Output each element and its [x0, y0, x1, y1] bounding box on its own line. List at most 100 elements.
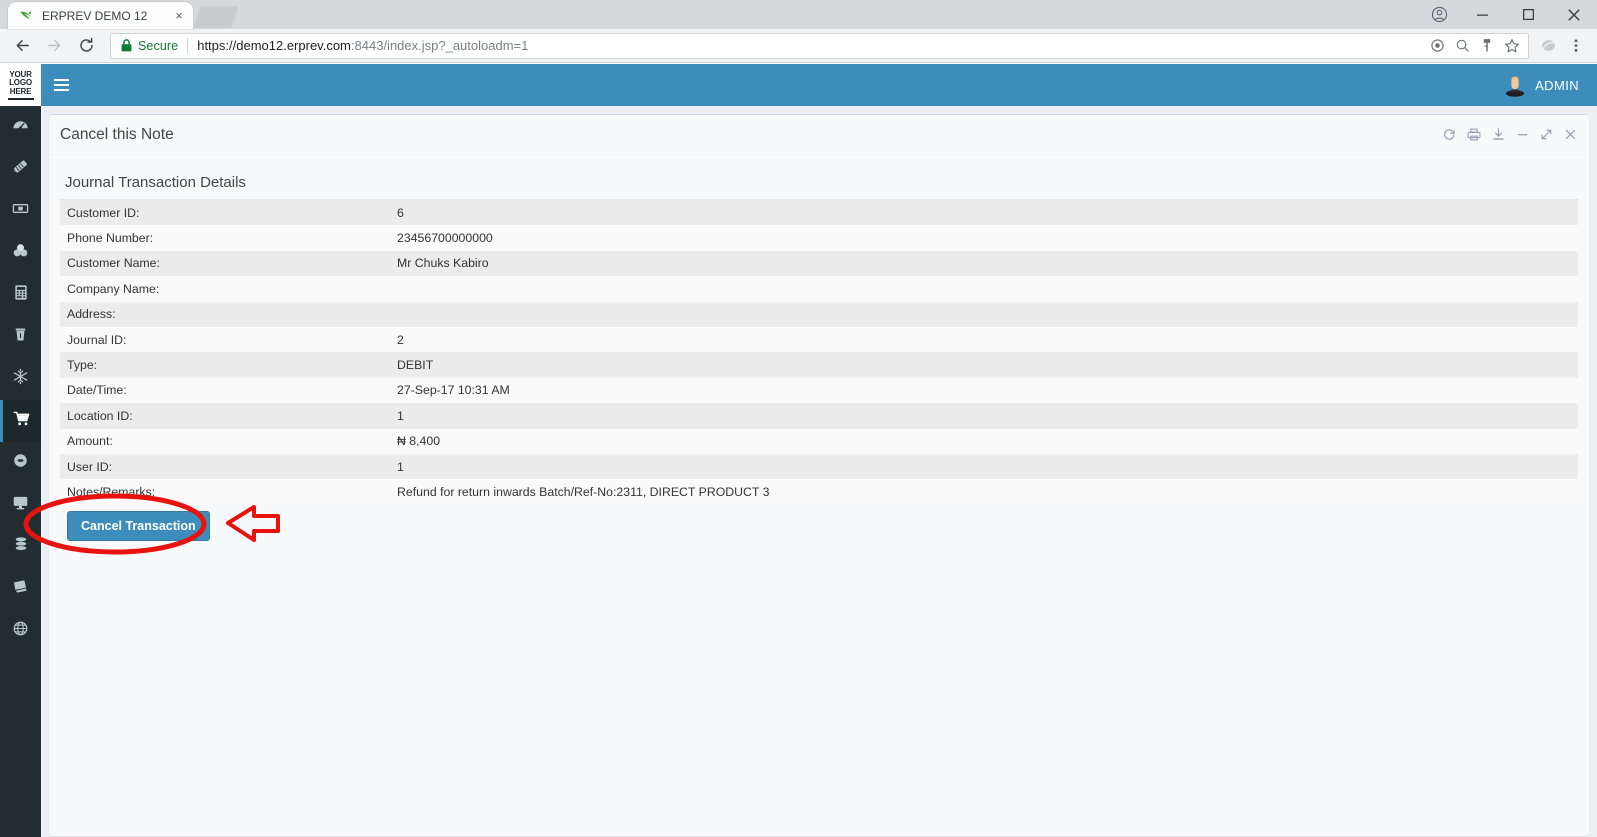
logo-line-3: HERE	[9, 86, 32, 96]
new-tab-button[interactable]	[193, 6, 239, 28]
row-label: Address:	[67, 307, 116, 322]
table-row: User ID: 1	[60, 453, 1578, 480]
desktop-monitor-icon	[12, 495, 29, 516]
key-icon[interactable]	[1480, 38, 1494, 53]
target-icon[interactable]	[1430, 38, 1445, 53]
dashboard-gauge-icon	[12, 116, 29, 138]
table-row: Customer ID: 6	[60, 200, 1578, 226]
database-icon	[13, 536, 29, 558]
coins-icon	[12, 242, 29, 264]
tab-title: ERPREV DEMO 12	[42, 8, 148, 23]
forward-button	[40, 32, 68, 60]
url-port: :8443	[350, 38, 384, 53]
row-value	[390, 276, 1578, 301]
panel-header: Cancel this Note	[49, 115, 1589, 155]
profile-icon[interactable]	[1419, 0, 1459, 29]
row-value	[390, 302, 1578, 327]
sidebar-item-database[interactable]	[0, 526, 41, 568]
sidebar-item-web[interactable]	[0, 610, 41, 652]
lock-icon	[121, 39, 132, 52]
extension-icon[interactable]	[1535, 33, 1561, 59]
sidebar-item-calculator[interactable]	[0, 274, 41, 316]
row-value: Refund for return inwards Batch/Ref-No:2…	[397, 484, 770, 499]
address-bar[interactable]: Secure https://demo12.erprev.com:8443/in…	[110, 32, 1529, 59]
top-navbar: ADMIN	[41, 64, 1597, 106]
row-value: 6	[397, 205, 404, 220]
disc-icon	[12, 452, 29, 474]
row-label: Date/Time:	[67, 383, 127, 398]
sidebar-item-snowflake[interactable]	[0, 358, 41, 400]
panel-body: Journal Transaction Details Customer ID:…	[49, 155, 1589, 541]
refresh-icon[interactable]	[1443, 128, 1456, 141]
table-row: Journal ID: 2	[60, 326, 1578, 353]
omnibox-divider	[187, 37, 189, 54]
content-wrapper: Cancel this Note Journal Transaction Det…	[41, 106, 1597, 837]
sidebar-item-disc[interactable]	[0, 442, 41, 484]
search-icon[interactable]	[1455, 38, 1470, 53]
panel-title: Cancel this Note	[60, 125, 174, 143]
table-row: Customer Name: Mr Chuks Kabiro	[60, 250, 1578, 277]
sidebar-item-pos[interactable]	[0, 484, 41, 526]
cancel-transaction-button[interactable]: Cancel Transaction	[67, 510, 210, 541]
url-path: /index.jsp?_autoloadm=1	[383, 38, 529, 53]
tab-strip: ERPREV DEMO 12 ×	[0, 0, 1597, 29]
erp-application: YOUR LOGO HERE ADMIN Cancel this Note Jo…	[0, 64, 1597, 837]
sidebar-item-trash[interactable]	[0, 316, 41, 358]
browser-menu-icon[interactable]	[1563, 33, 1589, 59]
window-close-button[interactable]	[1551, 0, 1597, 29]
window-maximize-button[interactable]	[1505, 0, 1551, 29]
row-label: Customer ID:	[67, 205, 140, 220]
table-row: Address:	[60, 301, 1578, 327]
book-icon	[12, 578, 29, 600]
window-minimize-button[interactable]	[1459, 0, 1505, 29]
browser-window: ERPREV DEMO 12 × Secure https://demo12.e…	[0, 0, 1597, 837]
logo-underline	[7, 97, 34, 101]
cancel-note-panel: Cancel this Note Journal Transaction Det…	[49, 114, 1589, 836]
back-button[interactable]	[8, 32, 36, 60]
sidebar-item-sales[interactable]	[0, 400, 41, 442]
reload-button[interactable]	[72, 32, 100, 60]
row-value: 1	[397, 408, 404, 423]
panel-tools	[1443, 128, 1577, 141]
row-value: 1	[397, 459, 404, 474]
table-row: Company Name:	[60, 276, 1578, 302]
row-value: Mr Chuks Kabiro	[397, 256, 489, 271]
row-label: Type:	[67, 358, 98, 373]
sidebar-item-dashboard[interactable]	[0, 106, 41, 148]
app-logo[interactable]: YOUR LOGO HERE	[0, 64, 41, 106]
action-row: Cancel Transaction	[60, 505, 1578, 541]
url-origin: https://demo12.erprev.com	[197, 38, 351, 53]
close-icon[interactable]	[1564, 128, 1577, 141]
sidebar-item-reports[interactable]	[0, 568, 41, 610]
tab-close-icon[interactable]: ×	[171, 8, 187, 24]
table-row: Location ID: 1	[60, 403, 1578, 429]
security-status-label: Secure	[138, 38, 179, 53]
row-label: Notes/Remarks:	[67, 484, 156, 499]
browser-toolbar: Secure https://demo12.erprev.com:8443/in…	[0, 29, 1597, 63]
navbar-user-menu[interactable]: ADMIN	[1504, 64, 1597, 106]
star-icon[interactable]	[1504, 38, 1520, 54]
erprev-leaf-icon	[18, 8, 34, 24]
url-text: https://demo12.erprev.com:8443/index.jsp…	[197, 38, 1430, 53]
sidebar-item-payments[interactable]	[0, 190, 41, 232]
expand-icon[interactable]	[1540, 128, 1553, 141]
table-row: Date/Time: 27-Sep-17 10:31 AM	[60, 377, 1578, 404]
shopping-cart-icon	[13, 410, 31, 432]
sidebar-item-coins[interactable]	[0, 232, 41, 274]
snowflake-icon	[12, 368, 29, 390]
sidebar-item-tags[interactable]	[0, 148, 41, 190]
row-label: Customer Name:	[67, 256, 160, 271]
hamburger-icon[interactable]	[41, 64, 81, 106]
row-value: ₦ 8,400	[397, 434, 441, 449]
print-icon[interactable]	[1467, 128, 1481, 141]
toolbar-extras	[1535, 33, 1589, 59]
download-icon[interactable]	[1492, 128, 1505, 141]
row-value: 23456700000000	[397, 231, 493, 246]
row-label: Amount:	[67, 434, 113, 449]
journal-details-body: Customer ID: 6 Phone Number: 23456700000…	[60, 200, 1578, 505]
tags-icon	[12, 158, 29, 180]
minimize-icon[interactable]	[1516, 128, 1529, 141]
browser-tab[interactable]: ERPREV DEMO 12 ×	[8, 2, 193, 29]
user-name-label: ADMIN	[1535, 77, 1579, 93]
row-label: User ID:	[67, 459, 113, 474]
